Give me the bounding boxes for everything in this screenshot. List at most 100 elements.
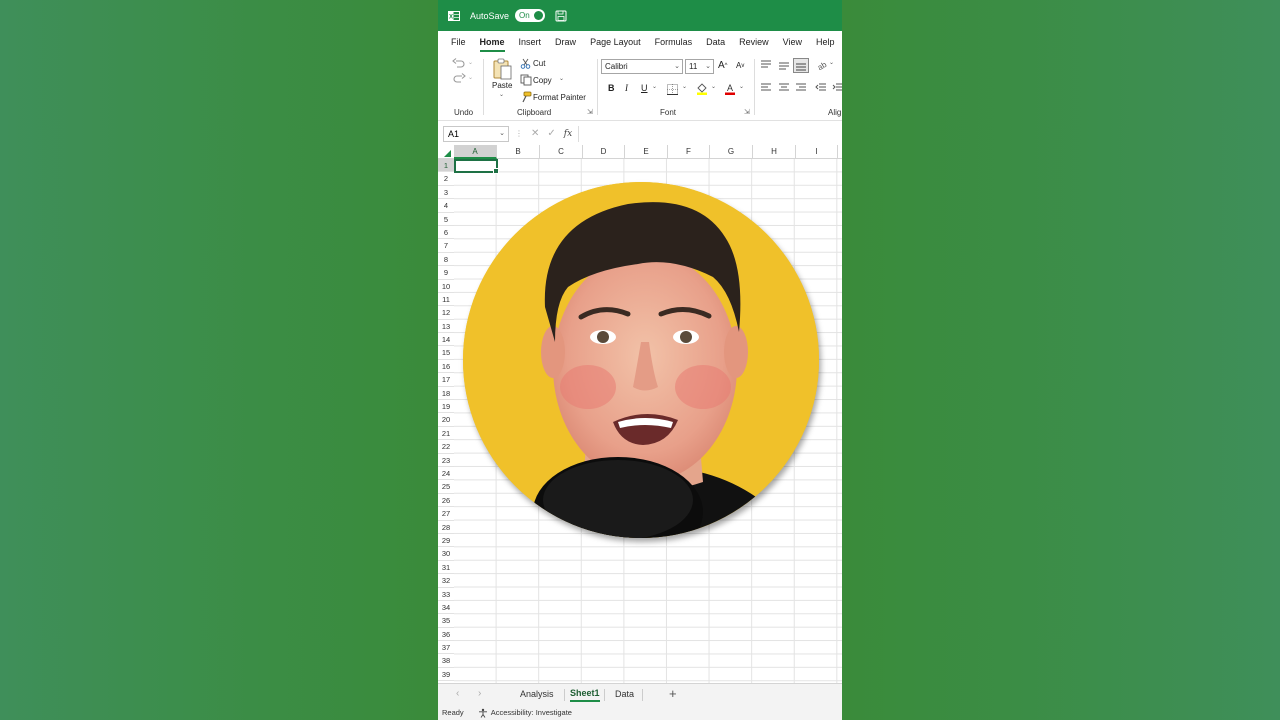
- select-all-button[interactable]: [438, 145, 454, 159]
- row-header[interactable]: 24: [438, 467, 454, 481]
- cancel-icon[interactable]: ✕: [531, 128, 539, 139]
- add-sheet-icon[interactable]: +: [669, 686, 677, 701]
- font-color-icon[interactable]: A: [724, 82, 736, 95]
- row-header[interactable]: 16: [438, 360, 454, 374]
- borders-icon[interactable]: [667, 84, 678, 95]
- decrease-font-size-button[interactable]: Av: [736, 61, 744, 70]
- borders-dropdown-icon[interactable]: ⌄: [682, 83, 687, 90]
- copy-button[interactable]: Copy: [533, 76, 552, 85]
- row-header[interactable]: 37: [438, 641, 454, 655]
- tab-home[interactable]: Home: [479, 31, 505, 53]
- row-header[interactable]: 12: [438, 306, 454, 320]
- formula-input[interactable]: [578, 125, 842, 142]
- fill-color-icon[interactable]: [696, 82, 708, 95]
- underline-button[interactable]: U: [641, 83, 648, 93]
- column-header-d[interactable]: D: [583, 145, 625, 159]
- format-painter-button[interactable]: Format Painter: [533, 93, 586, 102]
- font-color-dropdown-icon[interactable]: ⌄: [739, 83, 744, 90]
- redo-icon[interactable]: [452, 73, 466, 85]
- align-center-icon[interactable]: [778, 83, 790, 93]
- redo-dropdown-icon[interactable]: ⌄: [468, 74, 473, 81]
- row-header[interactable]: 1: [438, 159, 454, 173]
- align-middle-icon[interactable]: [778, 61, 790, 71]
- scroll-left-icon[interactable]: ‹: [456, 688, 459, 699]
- row-header[interactable]: 36: [438, 628, 454, 642]
- row-header[interactable]: 26: [438, 494, 454, 508]
- fill-color-dropdown-icon[interactable]: ⌄: [711, 83, 716, 90]
- row-header[interactable]: 35: [438, 614, 454, 628]
- sheet-tab-analysis[interactable]: Analysis: [520, 689, 554, 699]
- row-header[interactable]: 14: [438, 333, 454, 347]
- row-header[interactable]: 23: [438, 454, 454, 467]
- orientation-dropdown-icon[interactable]: ⌄: [829, 59, 834, 66]
- row-header[interactable]: 18: [438, 387, 454, 401]
- format-painter-icon[interactable]: [520, 91, 532, 103]
- row-header[interactable]: 5: [438, 213, 454, 226]
- row-header[interactable]: 17: [438, 373, 454, 387]
- increase-font-size-button[interactable]: A ^: [718, 60, 728, 71]
- row-header[interactable]: 10: [438, 280, 454, 293]
- align-left-icon[interactable]: [760, 83, 772, 93]
- row-header[interactable]: 39: [438, 668, 454, 682]
- row-header[interactable]: 28: [438, 521, 454, 534]
- save-icon[interactable]: [555, 10, 567, 22]
- row-header[interactable]: 8: [438, 253, 454, 267]
- row-header[interactable]: 7: [438, 239, 454, 253]
- tab-draw[interactable]: Draw: [555, 31, 576, 53]
- undo-dropdown-icon[interactable]: ⌄: [468, 59, 473, 66]
- tab-insert[interactable]: Insert: [519, 31, 542, 53]
- column-header-g[interactable]: G: [710, 145, 753, 159]
- italic-button[interactable]: I: [625, 83, 628, 93]
- tab-file[interactable]: File: [451, 31, 466, 53]
- sheet-tab-data[interactable]: Data: [615, 689, 634, 699]
- row-header[interactable]: 30: [438, 547, 454, 561]
- column-header-h[interactable]: H: [753, 145, 796, 159]
- row-header[interactable]: 19: [438, 400, 454, 414]
- clipboard-dialog-launcher-icon[interactable]: ⇲: [587, 108, 593, 116]
- copy-dropdown-icon[interactable]: ⌄: [559, 75, 564, 82]
- row-header[interactable]: 32: [438, 574, 454, 588]
- row-header[interactable]: 15: [438, 346, 454, 360]
- row-header[interactable]: 2: [438, 172, 454, 186]
- row-header[interactable]: 31: [438, 561, 454, 575]
- paste-icon[interactable]: [493, 58, 513, 80]
- tab-help[interactable]: Help: [816, 31, 835, 53]
- font-dialog-launcher-icon[interactable]: ⇲: [744, 108, 750, 116]
- tab-formulas[interactable]: Formulas: [655, 31, 693, 53]
- row-header[interactable]: 27: [438, 507, 454, 521]
- row-header[interactable]: 25: [438, 480, 454, 494]
- column-header-b[interactable]: B: [497, 145, 540, 159]
- scroll-right-icon[interactable]: ›: [478, 688, 481, 699]
- row-header[interactable]: 9: [438, 266, 454, 280]
- insert-function-button[interactable]: fx: [564, 129, 572, 139]
- tab-data[interactable]: Data: [706, 31, 725, 53]
- column-header-e[interactable]: E: [625, 145, 668, 159]
- increase-indent-icon[interactable]: [832, 83, 842, 93]
- sheet-tab-sheet1[interactable]: Sheet1: [570, 688, 600, 702]
- font-size-combo[interactable]: 11 ⌄: [685, 59, 714, 74]
- row-header[interactable]: 4: [438, 199, 454, 213]
- enter-icon[interactable]: ✓: [547, 128, 555, 139]
- row-header[interactable]: 11: [438, 293, 454, 307]
- copy-icon[interactable]: [520, 74, 532, 86]
- cut-icon[interactable]: [520, 58, 531, 69]
- paste-dropdown-icon[interactable]: ⌄: [499, 91, 504, 98]
- align-top-icon[interactable]: [760, 60, 772, 70]
- cut-button[interactable]: Cut: [533, 59, 545, 68]
- tab-view[interactable]: View: [783, 31, 802, 53]
- row-header[interactable]: 29: [438, 534, 454, 548]
- row-header[interactable]: 13: [438, 320, 454, 334]
- worksheet-grid[interactable]: A B C D E F G H I 1 2 3 4 5 6 7 8 9 10 11 12 13 14 15 1…: [438, 145, 842, 683]
- row-header[interactable]: 20: [438, 413, 454, 427]
- undo-icon[interactable]: [452, 58, 466, 70]
- column-header-c[interactable]: C: [540, 145, 583, 159]
- orientation-icon[interactable]: ab: [815, 59, 827, 71]
- accessibility-status[interactable]: Accessibility: Investigate: [478, 708, 572, 718]
- name-box[interactable]: A1 ⌄: [443, 125, 509, 142]
- paste-label[interactable]: Paste: [492, 81, 512, 90]
- row-header[interactable]: 33: [438, 588, 454, 601]
- bold-button[interactable]: B: [608, 83, 615, 93]
- underline-dropdown-icon[interactable]: ⌄: [652, 83, 657, 90]
- row-header[interactable]: 22: [438, 440, 454, 454]
- tab-page-layout[interactable]: Page Layout: [590, 31, 641, 53]
